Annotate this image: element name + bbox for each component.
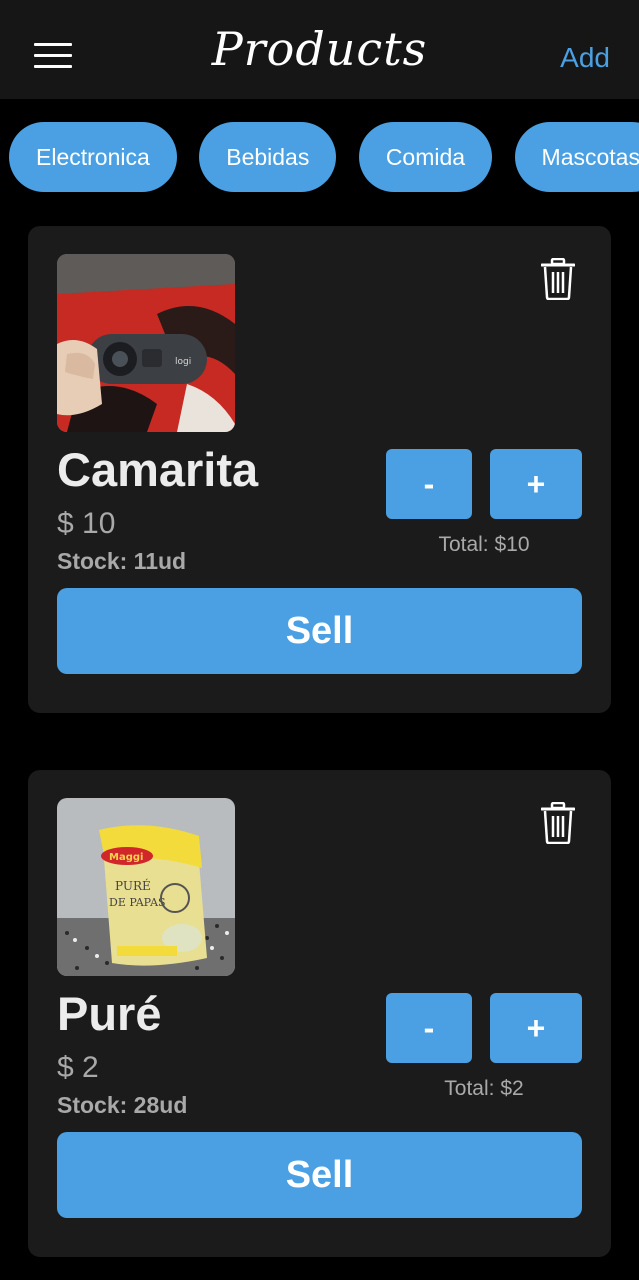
top-app-bar: Products Add [0,0,639,99]
increment-button[interactable]: + [490,449,582,519]
product-price: $ 10 [57,507,116,540]
increment-button[interactable]: + [490,993,582,1063]
product-total: Total: $10 [438,533,530,556]
decrement-button[interactable]: - [386,993,472,1063]
page-title: Products [211,22,428,76]
product-image-webcam: logi [57,254,235,432]
sell-button[interactable]: Sell [57,1132,582,1218]
trash-icon[interactable] [540,257,576,301]
product-card: logi Camarita $ 10 Stock: 11ud - + Total… [28,226,611,713]
chip-comida[interactable]: Comida [358,122,493,192]
trash-icon[interactable] [540,801,576,845]
product-image-pure: Maggi PURÉ DE PAPAS [57,798,235,976]
add-button[interactable]: Add [560,42,610,74]
svg-text:logi: logi [175,357,191,367]
chip-mascotas[interactable]: Mascotas [514,122,639,192]
category-chips: Electronica Bebidas Comida Mascotas [9,122,639,192]
svg-text:DE PAPAS: DE PAPAS [109,896,166,909]
product-name: Puré [57,987,162,1040]
product-card: Maggi PURÉ DE PAPAS Puré $ 2 Stock: 28ud… [28,770,611,1257]
svg-text:Maggi: Maggi [109,852,143,863]
product-name: Camarita [57,443,259,496]
chip-electronica[interactable]: Electronica [9,122,177,192]
chip-bebidas[interactable]: Bebidas [199,122,337,192]
product-stock: Stock: 28ud [57,1092,188,1118]
svg-text:PURÉ: PURÉ [115,878,151,893]
product-price: $ 2 [57,1051,99,1084]
product-total: Total: $2 [444,1077,524,1100]
decrement-button[interactable]: - [386,449,472,519]
sell-button[interactable]: Sell [57,588,582,674]
product-stock: Stock: 11ud [57,548,187,574]
